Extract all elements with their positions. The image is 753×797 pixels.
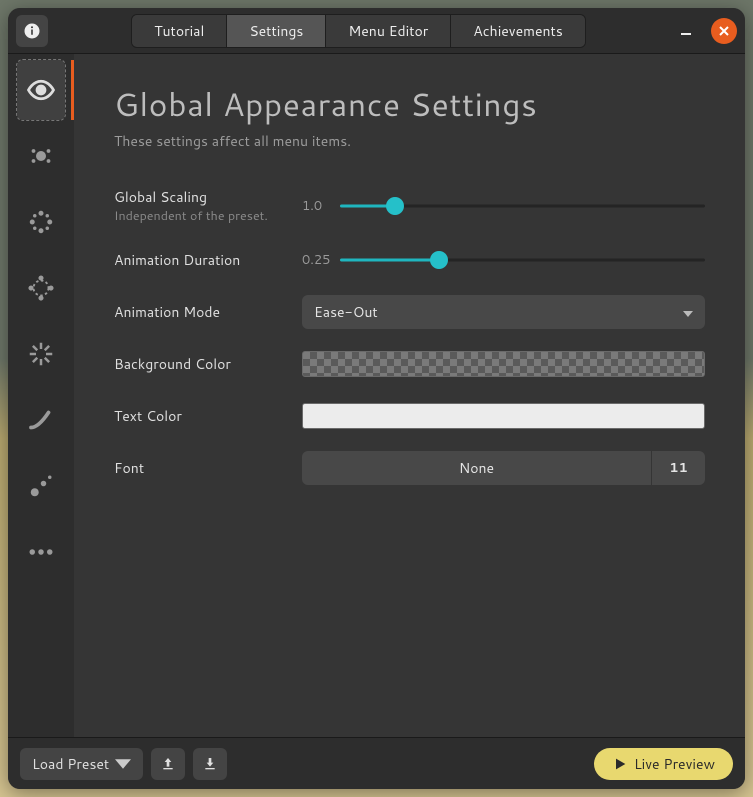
burst-icon <box>26 339 56 369</box>
gear-dots-icon <box>26 273 56 303</box>
ellipsis-icon <box>26 537 56 567</box>
content-area: Global Appearance Settings These setting… <box>74 54 745 737</box>
app-window: Tutorial Settings Menu Editor Achievemen… <box>8 8 745 789</box>
row-anim-duration: Animation Duration 0.25 <box>114 243 705 277</box>
label-anim-mode: Animation Mode <box>114 302 302 322</box>
tab-settings[interactable]: Settings <box>227 15 326 47</box>
color-picker-background[interactable] <box>302 351 705 377</box>
page-subtitle: These settings affect all menu items. <box>114 131 705 151</box>
dots-diag-icon <box>26 471 56 501</box>
download-icon <box>202 756 218 772</box>
headerbar: Tutorial Settings Menu Editor Achievemen… <box>8 8 745 54</box>
play-icon <box>612 756 628 772</box>
sidebar-item-7[interactable] <box>17 456 65 516</box>
header-tabs: Tutorial Settings Menu Editor Achievemen… <box>131 14 586 48</box>
font-size-field[interactable]: 11 <box>651 451 705 485</box>
close-icon <box>719 26 729 36</box>
label-text-color: Text Color <box>114 406 302 426</box>
body: Global Appearance Settings These setting… <box>8 54 745 737</box>
dots-cluster-icon <box>26 141 56 171</box>
dots-ring-icon <box>26 207 56 237</box>
slider-anim-duration[interactable] <box>340 250 705 270</box>
upload-icon <box>160 756 176 772</box>
export-button[interactable] <box>151 748 185 780</box>
chevron-down-icon <box>683 302 693 322</box>
live-preview-label: Live Preview <box>634 754 715 774</box>
sidebar-item-8[interactable] <box>17 522 65 582</box>
row-global-scaling: Global Scaling Independent of the preset… <box>114 187 705 225</box>
sidebar-item-5[interactable] <box>17 324 65 384</box>
sidebar-item-appearance[interactable] <box>17 60 65 120</box>
font-picker[interactable]: None <box>302 451 651 485</box>
import-button[interactable] <box>193 748 227 780</box>
chevron-down-icon <box>115 756 131 772</box>
dropdown-value: Ease-Out <box>314 302 378 322</box>
dropdown-anim-mode[interactable]: Ease-Out <box>302 295 705 329</box>
info-button[interactable] <box>16 15 48 47</box>
close-button[interactable] <box>711 18 737 44</box>
tab-achievements[interactable]: Achievements <box>451 15 585 47</box>
value-anim-duration: 0.25 <box>302 251 330 269</box>
sidebar-item-3[interactable] <box>17 192 65 252</box>
slider-global-scaling[interactable] <box>340 196 705 216</box>
eye-icon <box>26 75 56 105</box>
live-preview-button[interactable]: Live Preview <box>594 748 733 780</box>
footer: Load Preset Live Preview <box>8 737 745 789</box>
tab-tutorial[interactable]: Tutorial <box>132 15 227 47</box>
label-font: Font <box>114 458 302 478</box>
sidebar-item-4[interactable] <box>17 258 65 318</box>
label-global-scaling: Global Scaling <box>114 187 302 207</box>
sidebar <box>8 54 74 737</box>
row-anim-mode: Animation Mode Ease-Out <box>114 295 705 329</box>
tab-menu-editor[interactable]: Menu Editor <box>326 15 451 47</box>
row-text-color: Text Color <box>114 399 705 433</box>
color-picker-text[interactable] <box>302 403 705 429</box>
swoosh-icon <box>26 405 56 435</box>
value-global-scaling: 1.0 <box>302 197 330 215</box>
label-anim-duration: Animation Duration <box>114 250 302 270</box>
load-preset-button[interactable]: Load Preset <box>20 748 143 780</box>
minimize-icon <box>681 26 691 36</box>
row-bg-color: Background Color <box>114 347 705 381</box>
sublabel-global-scaling: Independent of the preset. <box>114 207 302 225</box>
sidebar-item-6[interactable] <box>17 390 65 450</box>
info-icon <box>23 22 41 40</box>
page-title: Global Appearance Settings <box>114 82 705 127</box>
minimize-button[interactable] <box>673 18 699 44</box>
sidebar-item-2[interactable] <box>17 126 65 186</box>
label-bg-color: Background Color <box>114 354 302 374</box>
row-font: Font None 11 <box>114 451 705 485</box>
load-preset-label: Load Preset <box>32 754 109 774</box>
